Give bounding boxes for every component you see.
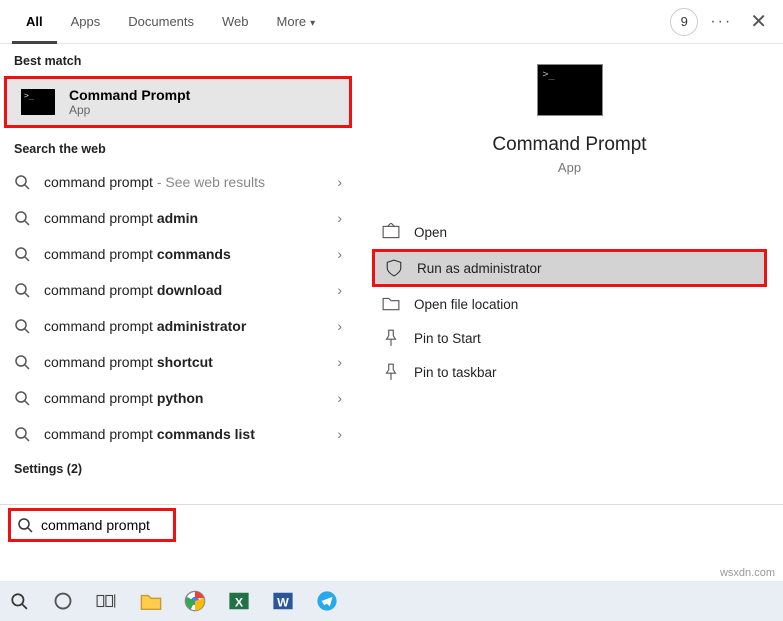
folder-icon bbox=[382, 295, 400, 313]
web-result-row[interactable]: command prompt commands› bbox=[0, 236, 356, 272]
tab-all[interactable]: All bbox=[12, 0, 57, 44]
search-icon bbox=[14, 318, 30, 334]
svg-text:X: X bbox=[235, 596, 244, 610]
preview-pane: Command Prompt App Open Run as administr… bbox=[356, 44, 783, 542]
preview-title: Command Prompt bbox=[356, 134, 783, 156]
file-explorer-icon[interactable] bbox=[138, 588, 164, 614]
open-icon bbox=[382, 223, 400, 241]
word-icon[interactable]: W bbox=[270, 588, 296, 614]
watermark: wsxdn.com bbox=[720, 567, 775, 579]
action-open-file-location[interactable]: Open file location bbox=[372, 287, 767, 321]
best-match-result[interactable]: Command Prompt App bbox=[4, 76, 352, 128]
tab-web[interactable]: Web bbox=[208, 0, 263, 44]
chevron-right-icon: › bbox=[337, 426, 342, 442]
section-search-web: Search the web bbox=[0, 132, 356, 164]
search-icon bbox=[14, 174, 30, 190]
web-result-row[interactable]: command prompt admin› bbox=[0, 200, 356, 236]
svg-text:W: W bbox=[277, 596, 289, 610]
shield-icon bbox=[385, 259, 403, 277]
command-prompt-icon bbox=[537, 64, 603, 116]
filter-tabs: All Apps Documents Web More▾ 9 ··· ✕ bbox=[0, 0, 783, 44]
chevron-right-icon: › bbox=[337, 282, 342, 298]
action-pin-to-start[interactable]: Pin to Start bbox=[372, 321, 767, 355]
taskbar-search-icon[interactable] bbox=[6, 588, 32, 614]
excel-icon[interactable]: X bbox=[226, 588, 252, 614]
search-input[interactable] bbox=[41, 517, 167, 533]
web-result-row[interactable]: command prompt python› bbox=[0, 380, 356, 416]
section-best-match: Best match bbox=[0, 44, 356, 76]
chevron-down-icon: ▾ bbox=[310, 18, 315, 29]
pin-icon bbox=[382, 329, 400, 347]
chevron-right-icon: › bbox=[337, 354, 342, 370]
web-result-label: command prompt commands list bbox=[44, 426, 337, 442]
tab-apps[interactable]: Apps bbox=[57, 0, 115, 44]
web-result-label: command prompt download bbox=[44, 282, 337, 298]
web-result-label: command prompt admin bbox=[44, 210, 337, 226]
web-result-row[interactable]: command prompt shortcut› bbox=[0, 344, 356, 380]
preview-subtitle: App bbox=[356, 160, 783, 175]
web-result-label: command prompt shortcut bbox=[44, 354, 337, 370]
search-box[interactable] bbox=[8, 508, 176, 542]
chrome-icon[interactable] bbox=[182, 588, 208, 614]
close-icon[interactable]: ✕ bbox=[746, 9, 771, 34]
more-options-icon[interactable]: ··· bbox=[710, 13, 732, 31]
cortana-icon[interactable] bbox=[50, 588, 76, 614]
chevron-right-icon: › bbox=[337, 318, 342, 334]
pin-icon bbox=[382, 363, 400, 381]
web-result-label: command prompt - See web results bbox=[44, 174, 337, 190]
telegram-icon[interactable] bbox=[314, 588, 340, 614]
web-result-row[interactable]: command prompt administrator› bbox=[0, 308, 356, 344]
search-icon bbox=[17, 517, 33, 533]
search-panel: All Apps Documents Web More▾ 9 ··· ✕ Bes… bbox=[0, 0, 783, 582]
search-icon bbox=[14, 246, 30, 262]
tab-documents[interactable]: Documents bbox=[114, 0, 208, 44]
command-prompt-icon bbox=[21, 89, 55, 115]
action-pin-to-taskbar[interactable]: Pin to taskbar bbox=[372, 355, 767, 389]
action-open[interactable]: Open bbox=[372, 215, 767, 249]
chevron-right-icon: › bbox=[337, 174, 342, 190]
search-icon bbox=[14, 282, 30, 298]
best-match-subtitle: App bbox=[69, 103, 190, 117]
tab-more[interactable]: More▾ bbox=[263, 0, 330, 44]
chevron-right-icon: › bbox=[337, 390, 342, 406]
search-icon bbox=[14, 426, 30, 442]
web-result-label: command prompt administrator bbox=[44, 318, 337, 334]
web-result-label: command prompt python bbox=[44, 390, 337, 406]
web-result-row[interactable]: command prompt download› bbox=[0, 272, 356, 308]
web-result-row[interactable]: command prompt - See web results› bbox=[0, 164, 356, 200]
chevron-right-icon: › bbox=[337, 210, 342, 226]
search-icon bbox=[14, 210, 30, 226]
search-icon bbox=[14, 354, 30, 370]
best-match-title: Command Prompt bbox=[69, 87, 190, 103]
results-column: Best match Command Prompt App Search the… bbox=[0, 44, 356, 542]
reward-badge[interactable]: 9 bbox=[670, 8, 698, 36]
action-run-as-administrator[interactable]: Run as administrator bbox=[372, 249, 767, 287]
section-settings: Settings (2) bbox=[0, 452, 356, 484]
taskbar: X W bbox=[0, 581, 783, 621]
task-view-icon[interactable] bbox=[94, 588, 120, 614]
chevron-right-icon: › bbox=[337, 246, 342, 262]
web-result-row[interactable]: command prompt commands list› bbox=[0, 416, 356, 452]
web-result-label: command prompt commands bbox=[44, 246, 337, 262]
search-icon bbox=[14, 390, 30, 406]
